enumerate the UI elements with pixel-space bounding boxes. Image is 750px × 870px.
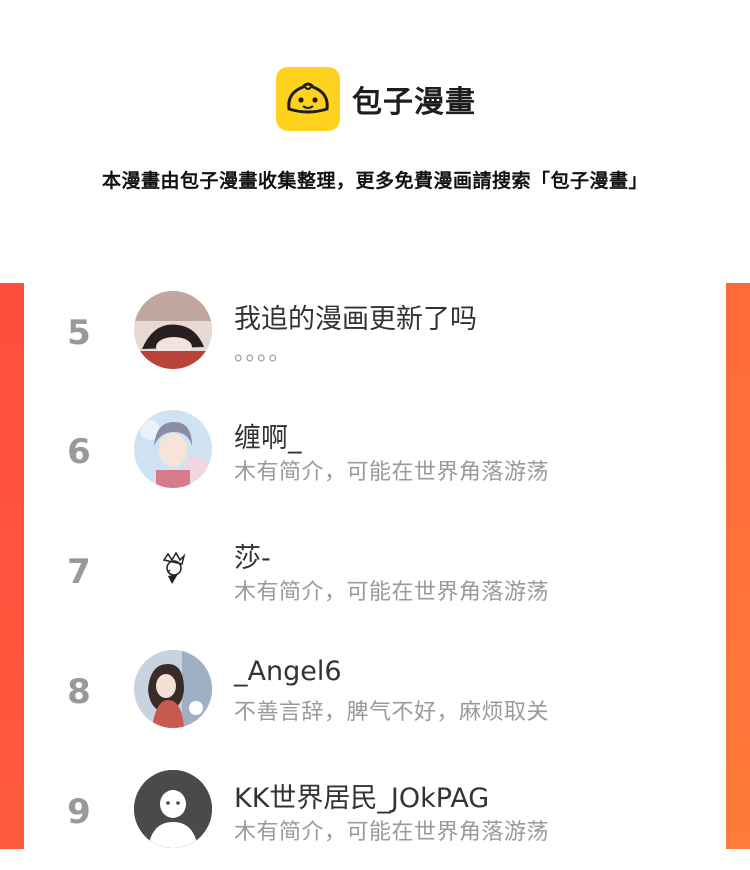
default-user-avatar[interactable] xyxy=(134,770,212,848)
ranking-row[interactable]: 5 我追的漫画更新了吗 。。。。 xyxy=(24,291,726,391)
rank-number: 7 xyxy=(67,552,91,592)
rank-number: 6 xyxy=(67,432,91,472)
user-name[interactable]: 莎- xyxy=(234,536,271,575)
anime-girl-avatar[interactable] xyxy=(134,650,212,728)
left-accent-bar xyxy=(0,283,24,849)
user-name[interactable]: KK世界居民_JOkPAG xyxy=(234,776,489,815)
user-name[interactable]: _Angel6 xyxy=(234,656,342,687)
user-bio: 。。。。 xyxy=(234,341,292,366)
ranking-row[interactable]: 7 莎- 木有简介，可能在世界角落游荡 xyxy=(24,530,726,630)
user-bio: 木有简介，可能在世界角落游荡 xyxy=(234,460,550,485)
brand[interactable]: 包子漫畫 xyxy=(276,67,476,131)
sketch-avatar[interactable] xyxy=(134,530,212,608)
user-bio: 不善言辞，脾气不好，麻烦取关 xyxy=(234,700,550,725)
rank-number: 5 xyxy=(67,313,91,353)
user-bio: 木有简介，可能在世界角落游荡 xyxy=(234,580,550,605)
anime-boy-avatar[interactable] xyxy=(134,410,212,488)
source-notice: 本漫畫由包子漫畫收集整理，更多免費漫画請搜索「包子漫畫」 xyxy=(101,170,648,192)
ranking-row[interactable]: 9 KK世界居民_JOkPAG 木有简介，可能在世界角落游荡 xyxy=(24,770,726,870)
ranking-row[interactable]: 8 _Angel6 不善言辞，脾气不好，麻烦取关 xyxy=(24,650,726,750)
site-header: 包子漫畫 本漫畫由包子漫畫收集整理，更多免費漫画請搜索「包子漫畫」 xyxy=(0,0,750,283)
rank-number: 9 xyxy=(67,792,91,832)
right-accent-bar xyxy=(726,283,750,849)
ranking-list: 5 我追的漫画更新了吗 。。。。 6 缠啊_ 木有简介，可能在世界角落游荡 7 … xyxy=(24,283,726,849)
rank-number: 8 xyxy=(67,672,91,712)
user-name[interactable]: 缠啊_ xyxy=(234,416,302,455)
user-bio: 木有简介，可能在世界角落游荡 xyxy=(234,820,550,845)
ranking-row[interactable]: 6 缠啊_ 木有简介，可能在世界角落游荡 xyxy=(24,410,726,510)
bun-logo-icon xyxy=(276,67,340,131)
user-name[interactable]: 我追的漫画更新了吗 xyxy=(234,297,477,336)
anime-sleeping-avatar[interactable] xyxy=(134,291,212,369)
brand-name: 包子漫畫 xyxy=(352,85,476,120)
